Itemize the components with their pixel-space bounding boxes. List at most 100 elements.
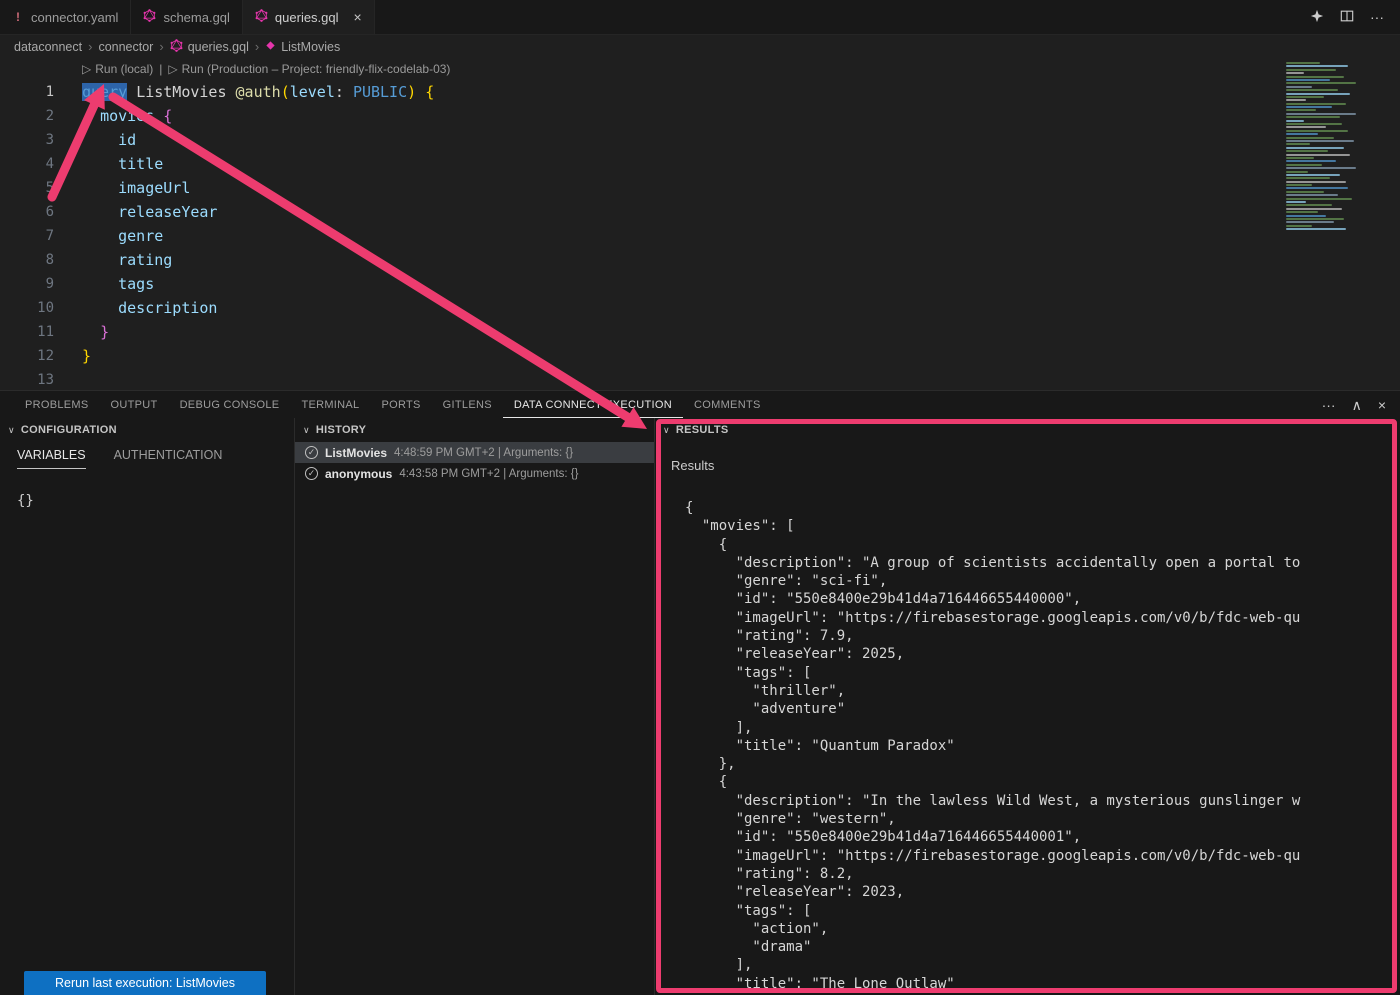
codelens-divider: | (159, 58, 162, 80)
code-line-13[interactable]: 13 (0, 368, 1400, 390)
history-list: ✓ListMovies4:48:59 PM GMT+2 | Arguments:… (295, 442, 654, 484)
config-tab-authentication[interactable]: AUTHENTICATION (114, 448, 223, 469)
close-icon[interactable]: × (354, 10, 362, 24)
breadcrumb-item-dataconnect[interactable]: dataconnect (14, 40, 82, 54)
code-line-text: tags (82, 272, 154, 296)
panel-tab-problems[interactable]: PROBLEMS (14, 391, 100, 418)
history-item-meta: 4:43:58 PM GMT+2 | Arguments: {} (399, 468, 578, 480)
code-line-5[interactable]: 5 imageUrl (0, 176, 1400, 200)
config-tab-variables[interactable]: VARIABLES (17, 448, 86, 469)
panel-tab-gitlens[interactable]: GITLENS (432, 391, 503, 418)
code-token: movies (100, 107, 154, 125)
more-actions-icon[interactable]: ··· (1370, 10, 1384, 24)
history-section: ∨ HISTORY ✓ListMovies4:48:59 PM GMT+2 | … (295, 418, 655, 995)
code-line-text: } (82, 344, 91, 368)
panel-tab-data-connect-execution[interactable]: DATA CONNECT EXECUTION (503, 391, 683, 418)
breadcrumb-separator: › (88, 39, 92, 54)
code-editor[interactable]: ▷ Run (local) | ▷ Run (Production – Proj… (0, 58, 1400, 390)
minimap-line (1286, 218, 1344, 220)
panel-tab-terminal[interactable]: TERMINAL (290, 391, 370, 418)
code-line-1[interactable]: 1 query ListMovies @auth(level: PUBLIC) { (0, 80, 1400, 104)
line-number: 1 (0, 80, 54, 104)
chevron-down-icon: ∨ (303, 425, 310, 436)
minimap-line (1286, 221, 1334, 223)
split-editor-icon[interactable] (1340, 9, 1354, 25)
code-token (154, 107, 163, 125)
editor-tab-schema-gql[interactable]: schema.gql (131, 0, 242, 34)
minimap-line (1286, 181, 1346, 183)
code-line-text: releaseYear (82, 200, 217, 224)
breadcrumb-item-queries-gql[interactable]: queries.gql (170, 39, 249, 55)
breadcrumb-item-connector[interactable]: connector (98, 40, 153, 54)
editor-tab-queries-gql[interactable]: queries.gql× (243, 0, 375, 34)
copilot-sparkle-icon[interactable] (1310, 9, 1324, 25)
panel-collapse-icon[interactable]: ∧ (1352, 398, 1362, 412)
minimap-line (1286, 62, 1320, 64)
minimap-line (1286, 79, 1330, 81)
line-number: 12 (0, 344, 54, 368)
line-number: 9 (0, 272, 54, 296)
code-line-4[interactable]: 4 title (0, 152, 1400, 176)
panel-more-icon[interactable]: ··· (1322, 398, 1336, 412)
panel-body: ∨ CONFIGURATION VARIABLESAUTHENTICATION … (0, 418, 1400, 995)
run-local-label: Run (local) (95, 58, 153, 80)
panel-tab-ports[interactable]: PORTS (370, 391, 431, 418)
code-line-9[interactable]: 9 tags (0, 272, 1400, 296)
line-number: 3 (0, 128, 54, 152)
minimap-line (1286, 198, 1352, 200)
panel-close-icon[interactable]: × (1378, 398, 1386, 412)
breadcrumb-label: connector (98, 40, 153, 54)
tab-label: schema.gql (163, 10, 229, 25)
run-local-codelens[interactable]: ▷ Run (local) (82, 58, 153, 80)
code-line-text: title (82, 152, 163, 176)
minimap-line (1286, 167, 1356, 169)
code-token (82, 323, 100, 341)
code-line-text: id (82, 128, 136, 152)
panel-tab-output[interactable]: OUTPUT (100, 391, 169, 418)
code-line-text: query ListMovies @auth(level: PUBLIC) { (82, 80, 434, 104)
history-header[interactable]: ∨ HISTORY (295, 418, 654, 442)
minimap[interactable] (1286, 62, 1394, 232)
chevron-down-icon: ∨ (663, 425, 670, 436)
code-line-8[interactable]: 8 rating (0, 248, 1400, 272)
editor-tab-bar: !connector.yaml schema.gql queries.gql× ··… (0, 0, 1400, 35)
code-line-3[interactable]: 3 id (0, 128, 1400, 152)
results-json[interactable]: { "movies": [ { "description": "A group … (685, 499, 1400, 995)
minimap-line (1286, 154, 1350, 156)
breadcrumb-item-listmovies[interactable]: ListMovies (265, 40, 340, 54)
code-token: } (100, 323, 109, 341)
code-line-11[interactable]: 11 } (0, 320, 1400, 344)
code-line-12[interactable]: 12} (0, 344, 1400, 368)
line-number: 5 (0, 176, 54, 200)
minimap-line (1286, 184, 1312, 186)
minimap-line (1286, 150, 1328, 152)
history-item-listmovies[interactable]: ✓ListMovies4:48:59 PM GMT+2 | Arguments:… (295, 442, 654, 463)
history-item-anonymous[interactable]: ✓anonymous4:43:58 PM GMT+2 | Arguments: … (295, 463, 654, 484)
editor-tab-connector-yaml[interactable]: !connector.yaml (0, 0, 131, 34)
code-line-6[interactable]: 6 releaseYear (0, 200, 1400, 224)
rerun-button[interactable]: Rerun last execution: ListMovies (24, 971, 266, 995)
code-line-text: imageUrl (82, 176, 190, 200)
panel-tab-debug-console[interactable]: DEBUG CONSOLE (169, 391, 291, 418)
variables-value[interactable]: {} (17, 493, 294, 509)
code-line-2[interactable]: 2 movies { (0, 104, 1400, 128)
results-header[interactable]: ∨ RESULTS (655, 418, 1400, 442)
panel-tab-comments[interactable]: COMMENTS (683, 391, 772, 418)
history-item-name: ListMovies (325, 446, 387, 460)
code-lines[interactable]: 1 query ListMovies @auth(level: PUBLIC) {… (0, 80, 1400, 390)
code-line-7[interactable]: 7 genre (0, 224, 1400, 248)
panel-tab-bar: PROBLEMSOUTPUTDEBUG CONSOLETERMINALPORTS… (0, 391, 1400, 418)
code-line-10[interactable]: 10 description (0, 296, 1400, 320)
minimap-line (1286, 133, 1318, 135)
breadcrumb-separator: › (159, 39, 163, 54)
minimap-line (1286, 174, 1340, 176)
minimap-line (1286, 82, 1356, 84)
minimap-line (1286, 225, 1312, 227)
configuration-tabs: VARIABLES AUTHENTICATION (0, 448, 294, 469)
minimap-line (1286, 140, 1354, 142)
run-production-codelens[interactable]: ▷ Run (Production – Project: friendly-fl… (168, 58, 450, 80)
minimap-line (1286, 96, 1324, 98)
configuration-header[interactable]: ∨ CONFIGURATION (0, 418, 294, 442)
results-header-title: RESULTS (676, 424, 729, 436)
line-number: 4 (0, 152, 54, 176)
